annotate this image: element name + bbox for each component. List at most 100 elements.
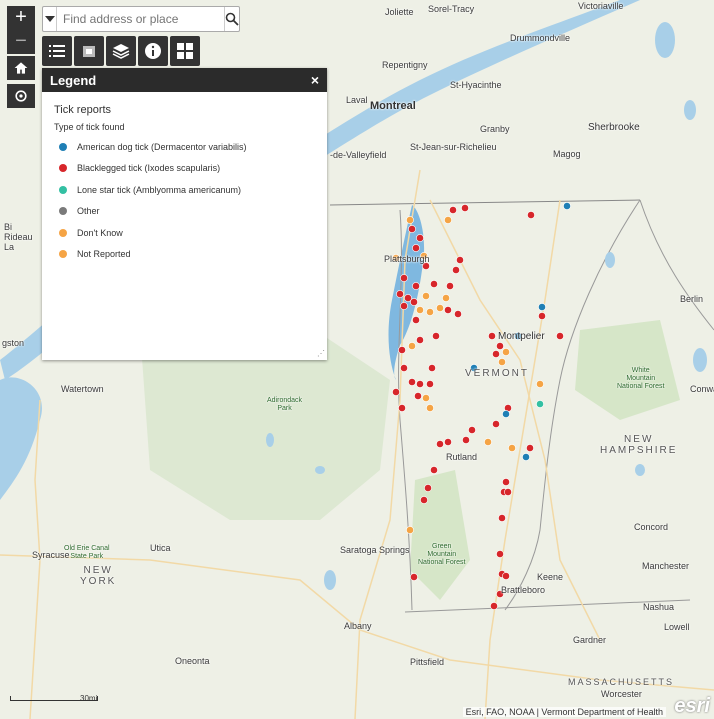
- tick-report-point[interactable]: [496, 550, 504, 558]
- overview-button[interactable]: [170, 36, 200, 66]
- tick-report-point[interactable]: [492, 420, 500, 428]
- tick-report-point[interactable]: [452, 266, 460, 274]
- tick-report-point[interactable]: [556, 332, 564, 340]
- tick-report-point[interactable]: [454, 310, 462, 318]
- legend-layer-title: Tick reports: [54, 104, 112, 116]
- tick-report-point[interactable]: [468, 426, 476, 434]
- tick-report-point[interactable]: [496, 342, 504, 350]
- legend-item-dont-know: Don't Know: [54, 222, 315, 244]
- search-button[interactable]: [224, 7, 239, 31]
- tick-report-point[interactable]: [422, 394, 430, 402]
- place-oneonta: Oneonta: [175, 656, 210, 666]
- search-input[interactable]: [57, 7, 224, 31]
- legend-close-button[interactable]: ×: [311, 72, 319, 88]
- resize-grip-icon[interactable]: ⋰: [317, 349, 325, 358]
- tick-report-point[interactable]: [412, 316, 420, 324]
- basemap-gallery-button[interactable]: [74, 36, 104, 66]
- tick-report-point[interactable]: [410, 298, 418, 306]
- tick-report-point[interactable]: [406, 526, 414, 534]
- tick-report-point[interactable]: [498, 514, 506, 522]
- legend-item-label: Lone star tick (Amblyomma americanum): [77, 184, 242, 195]
- tick-report-point[interactable]: [408, 225, 416, 233]
- tick-report-point[interactable]: [400, 274, 408, 282]
- tick-report-point[interactable]: [488, 332, 496, 340]
- tick-report-point[interactable]: [422, 292, 430, 300]
- tick-report-point[interactable]: [442, 294, 450, 302]
- tick-report-point[interactable]: [508, 444, 516, 452]
- layers-button[interactable]: [106, 36, 136, 66]
- tick-report-point[interactable]: [504, 488, 512, 496]
- place-manchester: Manchester: [642, 561, 690, 571]
- tick-report-point[interactable]: [430, 466, 438, 474]
- tick-report-point[interactable]: [408, 342, 416, 350]
- tick-report-point[interactable]: [527, 211, 535, 219]
- tick-report-point[interactable]: [444, 216, 452, 224]
- tick-report-point[interactable]: [490, 602, 498, 610]
- tick-report-point[interactable]: [430, 280, 438, 288]
- tick-report-point[interactable]: [426, 380, 434, 388]
- tick-report-point[interactable]: [502, 410, 510, 418]
- tick-report-point[interactable]: [449, 206, 457, 214]
- basemap-icon: [83, 46, 95, 57]
- tick-report-point[interactable]: [426, 308, 434, 316]
- tick-report-point[interactable]: [536, 380, 544, 388]
- tick-report-point[interactable]: [538, 303, 546, 311]
- tick-report-point[interactable]: [484, 438, 492, 446]
- place-keene: Keene: [537, 572, 564, 582]
- tick-report-point[interactable]: [392, 388, 400, 396]
- tick-report-point[interactable]: [444, 306, 452, 314]
- place-saratoga: Saratoga Springs: [340, 545, 410, 555]
- tick-report-point[interactable]: [462, 436, 470, 444]
- tick-report-point[interactable]: [492, 350, 500, 358]
- place-rutland: Rutland: [446, 452, 478, 462]
- zoom-out-button[interactable]: −: [7, 30, 35, 54]
- tick-report-point[interactable]: [498, 358, 506, 366]
- tick-report-point[interactable]: [398, 346, 406, 354]
- tick-report-point[interactable]: [538, 312, 546, 320]
- tick-report-point[interactable]: [444, 438, 452, 446]
- tick-report-point[interactable]: [502, 478, 510, 486]
- tick-report-point[interactable]: [416, 306, 424, 314]
- tick-report-point[interactable]: [412, 244, 420, 252]
- tick-report-point[interactable]: [522, 453, 530, 461]
- tick-report-point[interactable]: [526, 444, 534, 452]
- tick-report-point[interactable]: [416, 380, 424, 388]
- tick-report-point[interactable]: [416, 336, 424, 344]
- tick-report-point[interactable]: [424, 484, 432, 492]
- tick-report-point[interactable]: [414, 392, 422, 400]
- tick-report-point[interactable]: [420, 496, 428, 504]
- tick-report-point[interactable]: [412, 282, 420, 290]
- tick-report-point[interactable]: [502, 572, 510, 580]
- tick-report-point[interactable]: [408, 378, 416, 386]
- tick-report-point[interactable]: [410, 573, 418, 581]
- search-box[interactable]: [42, 6, 240, 32]
- about-button[interactable]: [138, 36, 168, 66]
- tick-report-point[interactable]: [461, 204, 469, 212]
- tick-report-point[interactable]: [406, 216, 414, 224]
- tick-report-point[interactable]: [416, 234, 424, 242]
- legend-swatch: [59, 164, 67, 173]
- zoom-in-button[interactable]: +: [7, 6, 35, 30]
- home-button[interactable]: [7, 56, 35, 80]
- tick-report-point[interactable]: [426, 404, 434, 412]
- search-source-dropdown[interactable]: [43, 7, 57, 31]
- place-valleyfield: -de-Valleyfield: [330, 150, 387, 160]
- tick-report-point[interactable]: [446, 282, 454, 290]
- place-laval: Laval: [346, 95, 368, 105]
- legend-item-not-reported: Not Reported: [54, 244, 315, 266]
- layers-icon: [112, 44, 130, 59]
- tick-report-point[interactable]: [436, 304, 444, 312]
- tick-report-point[interactable]: [400, 302, 408, 310]
- tick-report-point[interactable]: [563, 202, 571, 210]
- tick-report-point[interactable]: [398, 404, 406, 412]
- tick-report-point[interactable]: [536, 400, 544, 408]
- tick-report-point[interactable]: [400, 364, 408, 372]
- locate-button[interactable]: [7, 84, 35, 108]
- tick-report-point[interactable]: [502, 348, 510, 356]
- tick-report-point[interactable]: [456, 256, 464, 264]
- tick-report-point[interactable]: [436, 440, 444, 448]
- legend-button[interactable]: [42, 36, 72, 66]
- tick-report-point[interactable]: [428, 364, 436, 372]
- tick-report-point[interactable]: [432, 332, 440, 340]
- tick-report-point[interactable]: [396, 290, 404, 298]
